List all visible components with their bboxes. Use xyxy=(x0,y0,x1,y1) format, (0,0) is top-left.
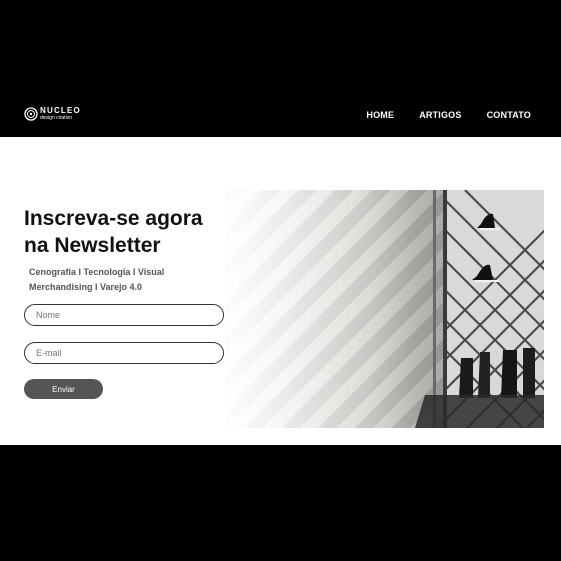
newsletter-title-line2: na Newsletter xyxy=(24,234,161,257)
newsletter-subtitle: Cenografia I Tecnologia I Visual Merchan… xyxy=(29,265,219,295)
store-display-image xyxy=(225,190,544,428)
footer-band xyxy=(0,445,561,561)
logo-mark-icon xyxy=(24,107,38,121)
nav-artigos-link[interactable]: ARTIGOS xyxy=(419,110,461,120)
site-header: NUCLEO design criativo HOME ARTIGOS CONT… xyxy=(0,0,561,137)
newsletter-title-line1: Inscreva-se agora xyxy=(24,207,203,230)
newsletter-title: Inscreva-se agora na Newsletter xyxy=(24,205,234,259)
brand-name: NUCLEO xyxy=(40,106,81,115)
newsletter-subtitle-line2: Merchandising I Varejo 4.0 xyxy=(29,282,143,292)
submit-button[interactable]: Enviar xyxy=(24,379,103,399)
nav-home-link[interactable]: HOME xyxy=(366,110,394,120)
newsletter-section: Inscreva-se agora na Newsletter Cenograf… xyxy=(0,137,561,445)
nav-contato-link[interactable]: CONTATO xyxy=(487,110,531,120)
main-nav: HOME ARTIGOS CONTATO xyxy=(366,110,531,120)
logo-text: NUCLEO design criativo xyxy=(40,107,81,121)
newsletter-subtitle-line1: Cenografia I Tecnologia I Visual xyxy=(29,267,165,277)
brand-logo[interactable]: NUCLEO design criativo xyxy=(24,107,81,121)
name-input[interactable] xyxy=(24,304,224,326)
email-input[interactable] xyxy=(24,342,224,364)
brand-tagline: design criativo xyxy=(40,115,72,121)
